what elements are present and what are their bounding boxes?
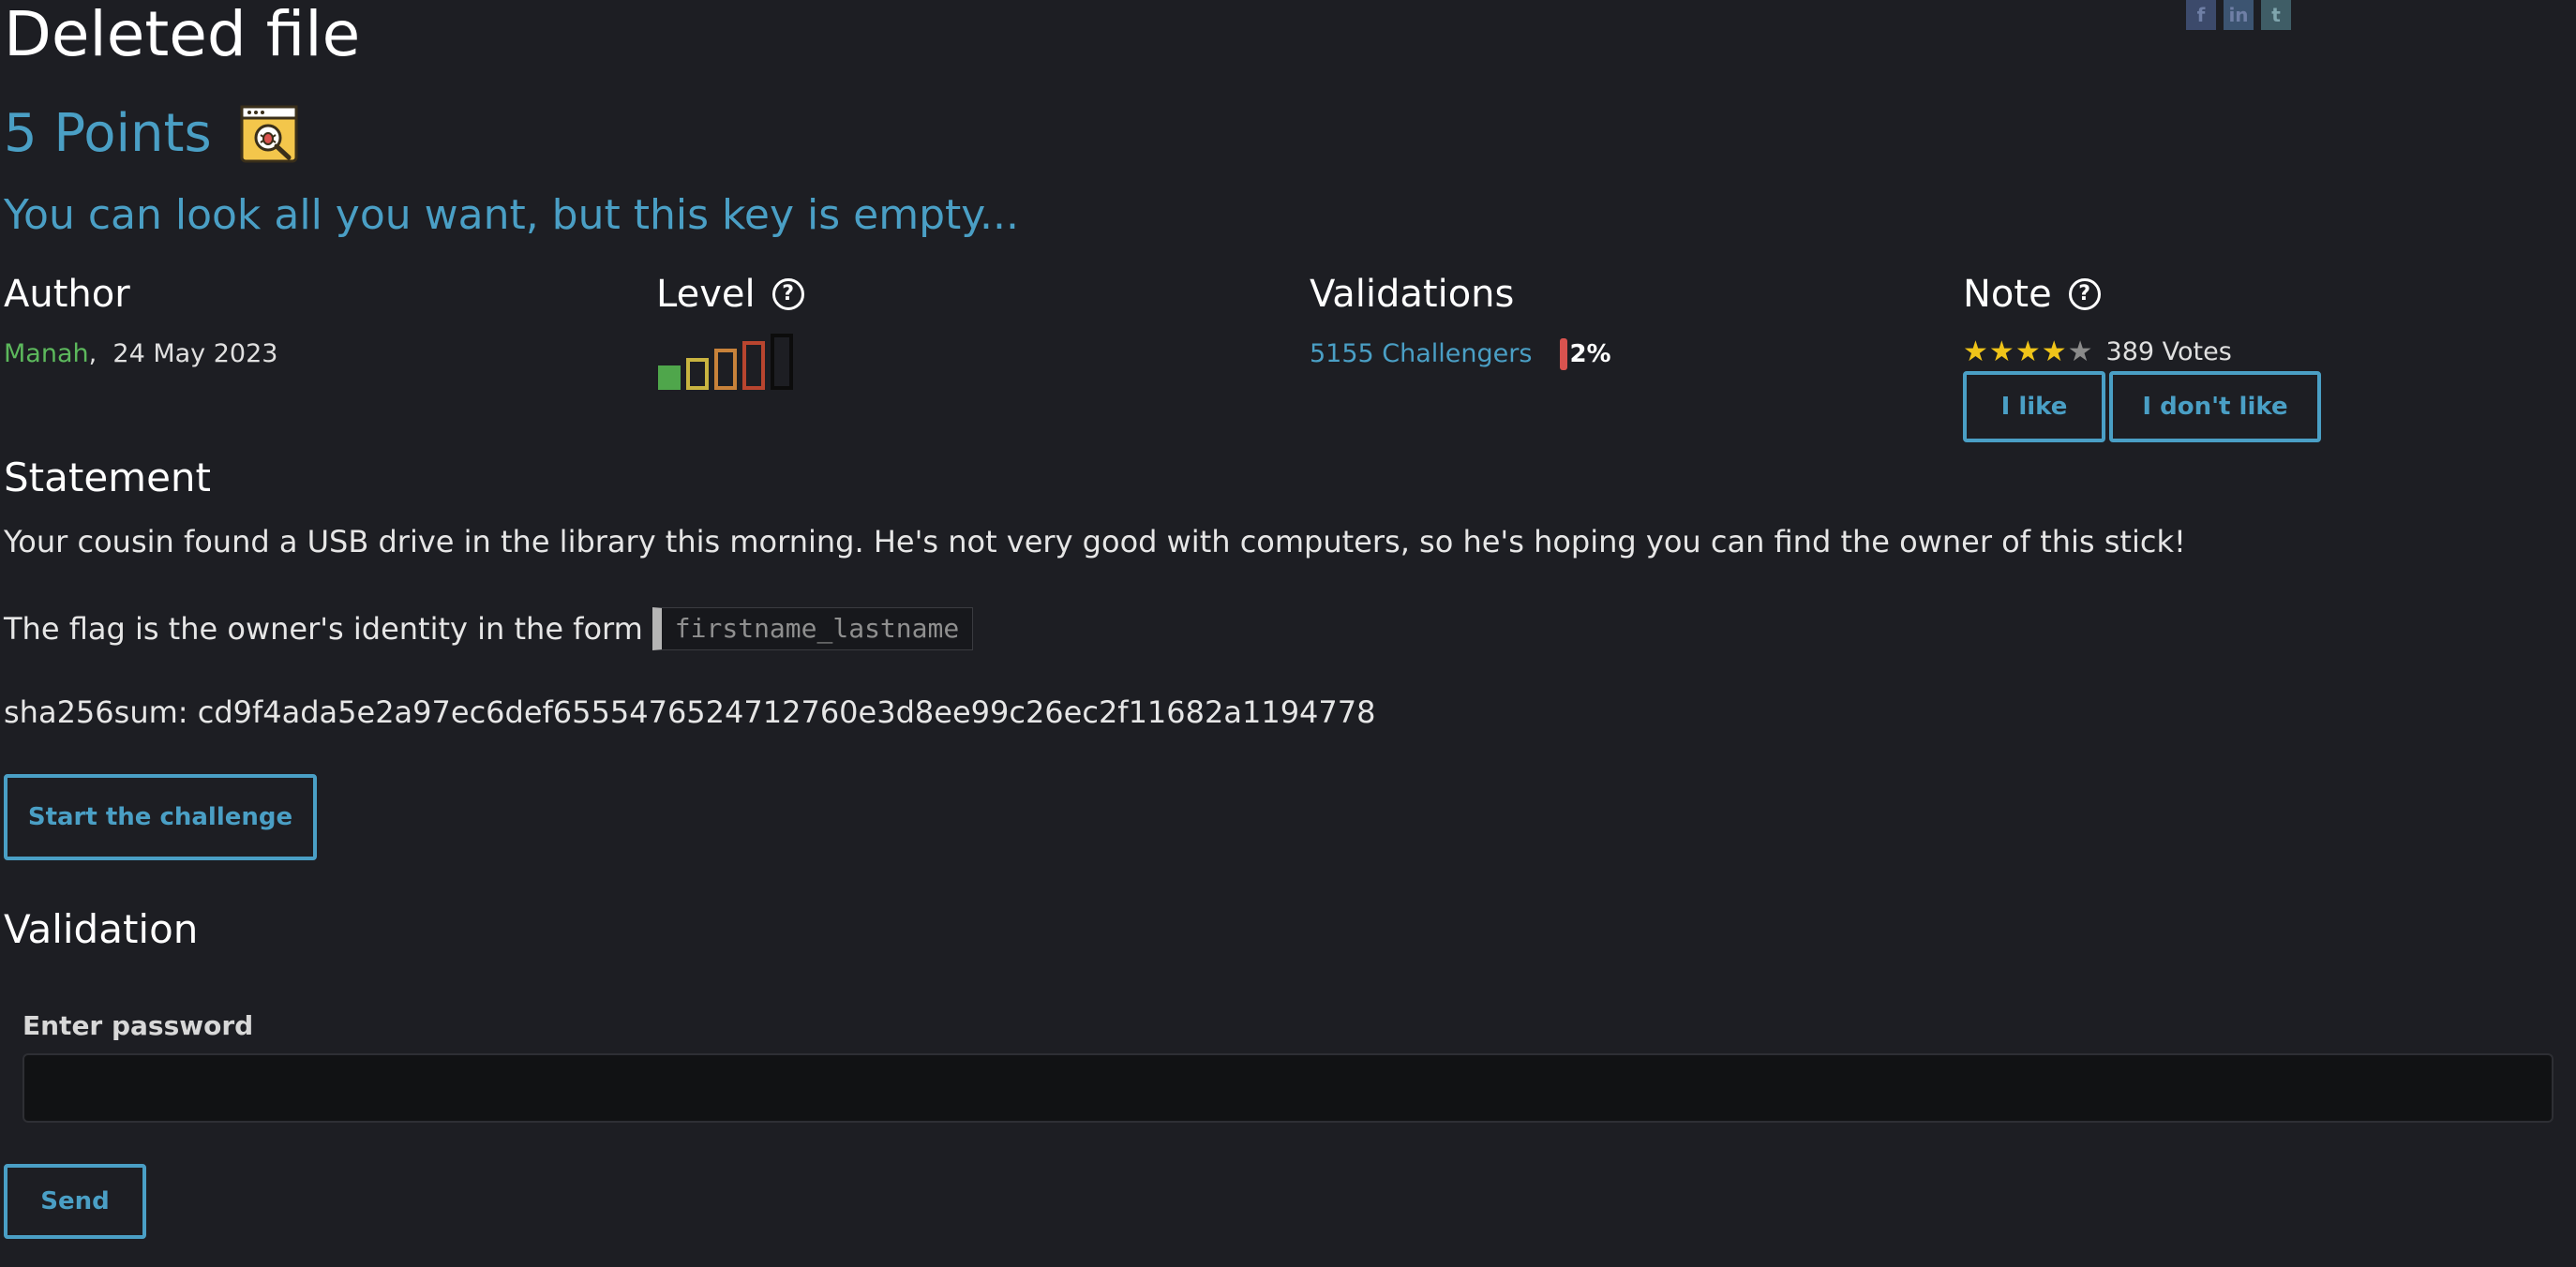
statement-heading: Statement xyxy=(4,455,212,500)
flag-format-prefix: The flag is the owner's identity in the … xyxy=(4,611,643,647)
challengers-link[interactable]: 5155 Challengers xyxy=(1310,337,1532,371)
statement-text: Your cousin found a USB drive in the lib… xyxy=(4,524,2186,559)
level-help-icon[interactable]: ? xyxy=(771,278,804,310)
note-help-icon[interactable]: ? xyxy=(2068,278,2101,310)
level-bar-1 xyxy=(658,365,681,390)
author-heading: Author xyxy=(4,270,130,319)
linkedin-icon[interactable]: in xyxy=(2224,0,2254,30)
validations-info: 5155 Challengers 2% xyxy=(1310,337,1611,371)
level-bar-4 xyxy=(742,341,765,390)
password-label: Enter password xyxy=(22,1010,254,1041)
send-button[interactable]: Send xyxy=(4,1164,146,1239)
facebook-glyph: f xyxy=(2196,4,2206,26)
password-input[interactable] xyxy=(22,1053,2554,1123)
like-button[interactable]: I like xyxy=(1963,371,2105,442)
validations-heading: Validations xyxy=(1310,270,1514,319)
author-info: Manah, 24 May 2023 xyxy=(4,337,277,371)
challenge-title: Deleted file xyxy=(4,0,361,70)
note-heading: Note ? xyxy=(1963,270,2101,319)
twitter-icon[interactable]: t xyxy=(2261,0,2291,30)
note-info: ★ ★ ★ ★ ★ 389 Votes xyxy=(1963,335,2232,369)
percent-bar xyxy=(1560,338,1568,370)
validations-heading-label: Validations xyxy=(1310,273,1515,316)
points-value: 5 Points xyxy=(4,103,212,164)
linkedin-glyph: in xyxy=(2228,4,2249,26)
level-indicator xyxy=(658,334,793,390)
star-icon: ★ xyxy=(1988,335,2014,368)
validation-heading: Validation xyxy=(4,906,199,952)
votes-count: 389 Votes xyxy=(2105,337,2232,366)
level-heading: Level ? xyxy=(656,270,804,319)
share-icons: f in t xyxy=(2186,0,2291,30)
facebook-icon[interactable]: f xyxy=(2186,0,2216,30)
twitter-glyph: t xyxy=(2271,4,2281,26)
note-heading-label: Note xyxy=(1963,273,2052,316)
forensic-category-icon xyxy=(240,105,298,163)
star-icon: ★ xyxy=(2067,335,2093,368)
flag-format-text: The flag is the owner's identity in the … xyxy=(4,607,974,650)
star-icon: ★ xyxy=(2041,335,2067,368)
author-heading-label: Author xyxy=(4,273,130,316)
flag-format-code: firstname_lastname xyxy=(651,607,974,650)
validation-percent: 2% xyxy=(1560,337,1611,371)
author-separator: , xyxy=(88,339,97,368)
points-row: 5 Points xyxy=(4,101,298,167)
level-bar-3 xyxy=(714,349,737,390)
star-icon: ★ xyxy=(1963,335,1988,368)
percent-value: 2% xyxy=(1569,340,1611,368)
level-bar-2 xyxy=(686,358,709,390)
author-date: 24 May 2023 xyxy=(112,339,278,368)
author-link[interactable]: Manah xyxy=(4,339,89,368)
level-bar-5 xyxy=(771,334,793,390)
dislike-button[interactable]: I don't like xyxy=(2109,371,2321,442)
rating-stars: ★ ★ ★ ★ ★ xyxy=(1963,338,2093,366)
sha256-text: sha256sum: cd9f4ada5e2a97ec6def655547652… xyxy=(4,694,1376,730)
star-icon: ★ xyxy=(2014,335,2041,368)
level-heading-label: Level xyxy=(656,273,756,316)
start-challenge-button[interactable]: Start the challenge xyxy=(4,774,317,860)
challenge-subtitle: You can look all you want, but this key … xyxy=(4,191,1019,239)
